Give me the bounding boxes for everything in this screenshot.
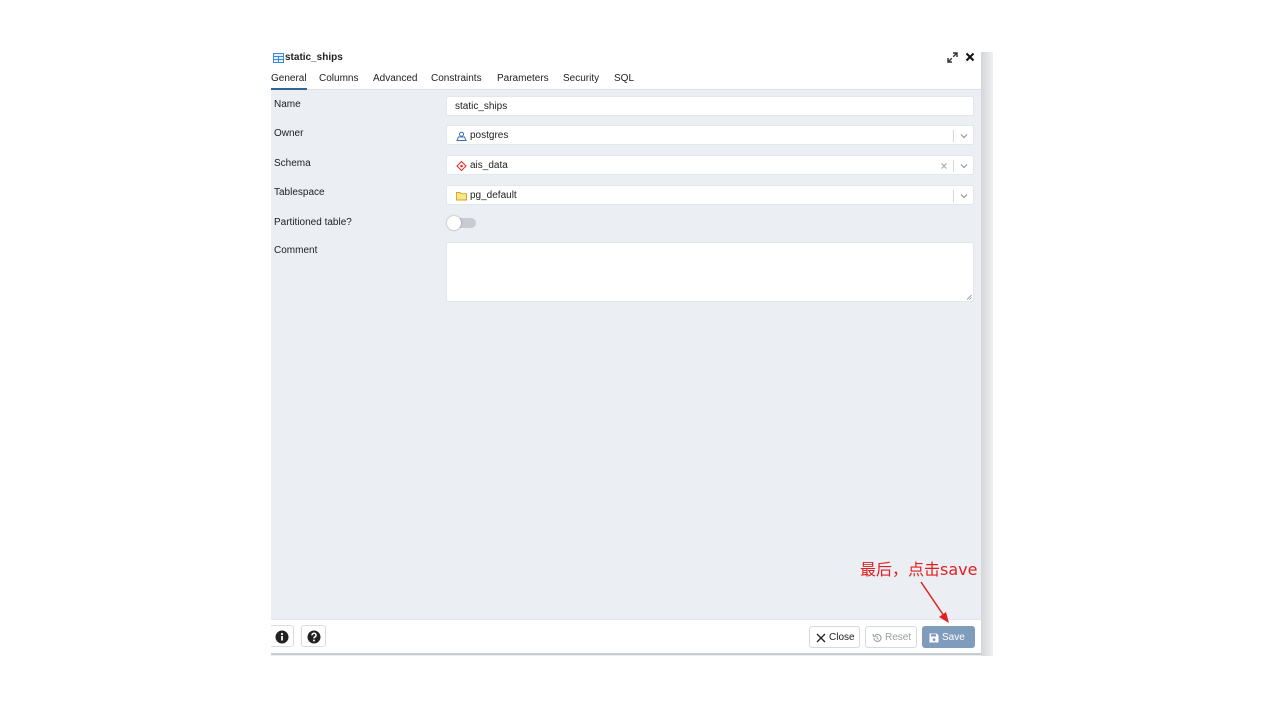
tab-security[interactable]: Security	[563, 73, 599, 90]
resize-grip-icon[interactable]	[966, 294, 972, 300]
clear-icon[interactable]	[939, 161, 949, 171]
chevron-down-icon[interactable]	[959, 191, 969, 201]
comment-label: Comment	[274, 245, 318, 256]
user-icon	[456, 131, 467, 141]
owner-label: Owner	[274, 128, 304, 139]
select-separator	[953, 190, 954, 202]
name-value: static_ships	[455, 101, 508, 112]
help-icon	[307, 630, 321, 644]
tab-constraints[interactable]: Constraints	[431, 73, 482, 90]
schema-select[interactable]: ais_data	[446, 155, 974, 175]
info-icon	[275, 630, 289, 644]
tablespace-select[interactable]: pg_default	[446, 185, 974, 205]
annotation-arrow-icon	[920, 581, 949, 623]
select-separator	[953, 160, 954, 172]
save-icon	[929, 633, 939, 643]
save-button-label: Save	[942, 632, 965, 643]
owner-value: postgres	[470, 130, 509, 141]
table-icon	[273, 53, 284, 63]
save-button[interactable]: Save	[922, 626, 975, 648]
tab-columns[interactable]: Columns	[319, 73, 358, 90]
tab-sql[interactable]: SQL	[614, 73, 634, 90]
chevron-down-icon[interactable]	[959, 161, 969, 171]
name-input[interactable]: static_ships	[446, 96, 974, 116]
toggle-knob	[447, 216, 461, 230]
schema-icon	[456, 161, 467, 171]
tablespace-label: Tablespace	[274, 187, 325, 198]
schema-label: Schema	[274, 158, 311, 169]
footer-divider	[271, 653, 981, 655]
close-button[interactable]: Close	[809, 626, 860, 648]
dialog-titlebar: static_ships	[271, 47, 981, 68]
info-button[interactable]	[271, 625, 294, 647]
comment-textarea[interactable]	[446, 242, 974, 302]
annotation-text: 最后，点击save	[860, 560, 978, 579]
close-icon	[816, 633, 826, 643]
folder-icon	[456, 192, 467, 201]
tab-advanced[interactable]: Advanced	[373, 73, 417, 90]
tab-general[interactable]: General	[271, 73, 307, 90]
tab-parameters[interactable]: Parameters	[497, 73, 549, 90]
scrollbar-track	[981, 52, 993, 656]
help-button[interactable]	[301, 625, 326, 647]
partitioned-label: Partitioned table?	[274, 217, 352, 228]
close-button-label: Close	[829, 632, 855, 643]
name-label: Name	[274, 99, 301, 110]
owner-select[interactable]: postgres	[446, 125, 974, 145]
reset-icon	[872, 633, 882, 642]
tab-bar: General Columns Advanced Constraints Par…	[271, 68, 981, 90]
reset-button[interactable]: Reset	[865, 626, 917, 648]
tablespace-value: pg_default	[470, 190, 517, 201]
dialog-title: static_ships	[285, 52, 343, 63]
partitioned-toggle[interactable]	[447, 216, 476, 230]
maximize-icon[interactable]	[947, 52, 958, 63]
dialog-footer: Close Reset Save	[271, 619, 981, 654]
chevron-down-icon[interactable]	[959, 131, 969, 141]
schema-value: ais_data	[470, 160, 508, 171]
close-icon[interactable]	[964, 51, 976, 63]
reset-button-label: Reset	[885, 632, 912, 643]
select-separator	[953, 130, 954, 142]
